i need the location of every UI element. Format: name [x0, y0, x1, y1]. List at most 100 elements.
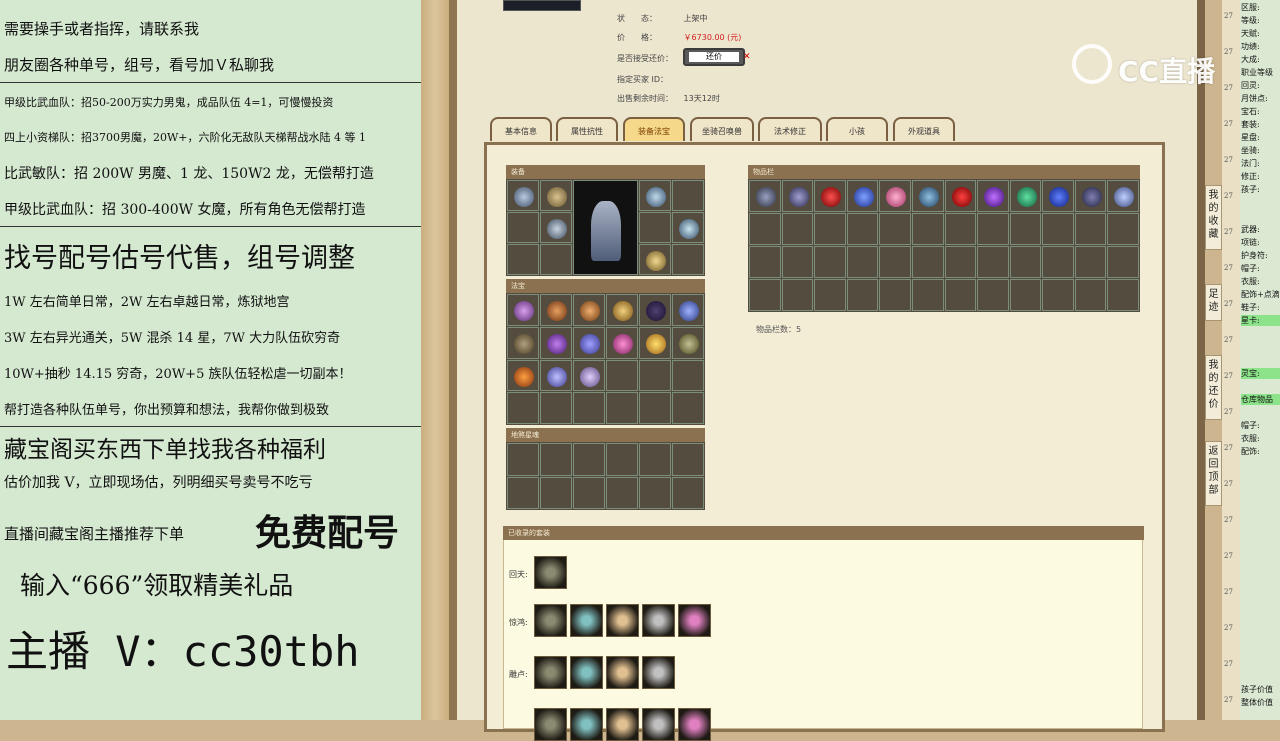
inv-slot[interactable] [944, 279, 977, 311]
equipment-slot[interactable] [672, 212, 704, 243]
inv-slot[interactable] [814, 279, 846, 311]
inv-slot[interactable] [1042, 180, 1074, 212]
footprint-button[interactable]: 足迹 [1205, 284, 1222, 321]
fabao-slot[interactable] [606, 326, 638, 359]
inv-slot[interactable] [781, 279, 814, 311]
equipment-slot[interactable] [639, 180, 671, 211]
equipment-slot[interactable] [540, 180, 572, 211]
inv-slot[interactable] [1107, 180, 1139, 212]
inv-slot[interactable] [977, 180, 1009, 212]
fabao-slot[interactable] [573, 359, 605, 392]
inv-slot[interactable] [944, 246, 977, 278]
set-item-icon[interactable] [570, 656, 603, 689]
inv-slot[interactable] [1009, 213, 1042, 245]
equipment-slot[interactable] [507, 212, 539, 243]
set-item-icon[interactable] [642, 656, 675, 689]
fabao-slot[interactable] [639, 326, 671, 359]
dihun-slot[interactable] [507, 443, 539, 476]
equipment-slot[interactable] [672, 244, 704, 275]
set-item-icon[interactable] [606, 656, 639, 689]
fabao-slot[interactable] [540, 359, 572, 392]
set-item-icon[interactable] [534, 604, 567, 637]
equipment-slot[interactable] [540, 212, 572, 243]
inv-slot[interactable] [781, 180, 814, 212]
haggle-button[interactable]: 还价 [683, 48, 745, 66]
equipment-slot[interactable] [507, 180, 539, 211]
inv-slot[interactable] [911, 279, 944, 311]
fabao-slot[interactable] [573, 392, 605, 424]
inv-slot[interactable] [846, 180, 879, 212]
dihun-slot[interactable] [507, 476, 539, 509]
set-item-icon[interactable] [570, 604, 603, 637]
inv-slot[interactable] [814, 246, 846, 278]
fabao-slot[interactable] [672, 326, 704, 359]
fabao-slot[interactable] [540, 294, 572, 326]
close-icon[interactable]: ✕ [743, 52, 751, 62]
inv-slot[interactable] [1074, 213, 1107, 245]
inv-slot[interactable] [879, 213, 911, 245]
fabao-slot[interactable] [606, 294, 638, 326]
inv-slot[interactable] [911, 246, 944, 278]
set-item-icon[interactable] [606, 604, 639, 637]
dihun-slot[interactable] [639, 476, 671, 509]
fabao-slot[interactable] [540, 392, 572, 424]
fabao-slot[interactable] [672, 392, 704, 424]
fabao-slot[interactable] [573, 326, 605, 359]
inv-slot[interactable] [977, 213, 1009, 245]
inv-slot[interactable] [879, 279, 911, 311]
inv-slot[interactable] [1042, 213, 1074, 245]
dihun-slot[interactable] [672, 443, 704, 476]
page-scrollbar[interactable] [1197, 0, 1205, 720]
inv-slot[interactable] [879, 180, 911, 212]
inv-slot[interactable] [1074, 246, 1107, 278]
tab-appearance[interactable]: 外观道具 [893, 117, 955, 141]
fabao-slot[interactable] [507, 359, 539, 392]
inv-slot[interactable] [911, 180, 944, 212]
dihun-slot[interactable] [573, 443, 605, 476]
dihun-slot[interactable] [672, 476, 704, 509]
fabao-slot[interactable] [507, 326, 539, 359]
inv-slot[interactable] [1009, 279, 1042, 311]
equipment-slot[interactable] [507, 244, 539, 275]
my-favorites-button[interactable]: 我的收藏 [1205, 185, 1222, 250]
tab-children[interactable]: 小孩 [826, 117, 888, 141]
inv-slot[interactable] [1107, 279, 1139, 311]
inv-slot[interactable] [1042, 246, 1074, 278]
inv-slot[interactable] [911, 213, 944, 245]
inv-slot[interactable] [814, 213, 846, 245]
set-item-icon[interactable] [642, 708, 675, 741]
equipment-slot[interactable] [540, 244, 572, 275]
inv-slot[interactable] [846, 279, 879, 311]
fabao-slot[interactable] [606, 359, 638, 392]
dihun-slot[interactable] [540, 476, 572, 509]
fabao-slot[interactable] [639, 359, 671, 392]
inv-slot[interactable] [1009, 246, 1042, 278]
inv-slot[interactable] [1107, 213, 1139, 245]
dihun-slot[interactable] [573, 476, 605, 509]
fabao-slot[interactable] [639, 392, 671, 424]
fabao-slot[interactable] [672, 359, 704, 392]
inv-slot[interactable] [944, 213, 977, 245]
inv-slot[interactable] [781, 213, 814, 245]
set-item-icon[interactable] [534, 556, 567, 589]
inv-slot[interactable] [977, 246, 1009, 278]
inv-slot[interactable] [1042, 279, 1074, 311]
inv-slot[interactable] [1074, 180, 1107, 212]
tab-equipment[interactable]: 装备法宝 [623, 117, 685, 141]
set-item-icon[interactable] [570, 708, 603, 741]
inv-slot[interactable] [781, 246, 814, 278]
inv-slot[interactable] [1074, 279, 1107, 311]
tab-attributes[interactable]: 属性抗性 [556, 117, 618, 141]
equipment-slot[interactable] [639, 212, 671, 243]
fabao-slot[interactable] [507, 392, 539, 424]
dihun-slot[interactable] [606, 443, 638, 476]
set-item-icon[interactable] [678, 708, 711, 741]
tab-basic-info[interactable]: 基本信息 [490, 117, 552, 141]
fabao-slot[interactable] [540, 326, 572, 359]
inv-slot[interactable] [814, 180, 846, 212]
inv-slot[interactable] [1009, 180, 1042, 212]
set-item-icon[interactable] [534, 708, 567, 741]
set-item-icon[interactable] [534, 656, 567, 689]
my-haggles-button[interactable]: 我的还价 [1205, 355, 1222, 420]
inv-slot[interactable] [749, 213, 781, 245]
